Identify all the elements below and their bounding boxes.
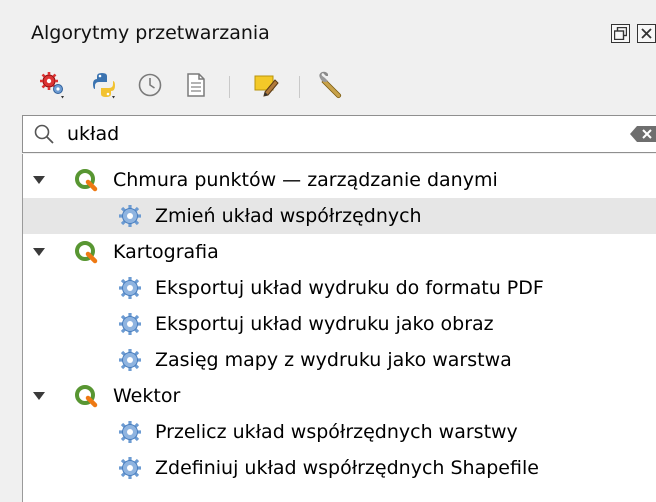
- python-glyph: [93, 73, 115, 99]
- gear-icon: [119, 205, 141, 227]
- expand-arrow-icon[interactable]: [33, 392, 45, 400]
- gear-icon: [119, 457, 141, 479]
- tree-item-eksportuj-obraz[interactable]: Eksportuj układ wydruku jako obraz: [23, 306, 656, 342]
- tree-item-label: Zdefiniuj układ współrzędnych Shapefile: [155, 457, 539, 479]
- tree-item-zasieg-mapy[interactable]: Zasięg mapy z wydruku jako warstwa: [23, 342, 656, 378]
- results-icon[interactable]: [179, 68, 213, 102]
- tree-item-zmien-uklad[interactable]: Zmień układ współrzędnych: [23, 198, 656, 234]
- tree-item-label: Eksportuj układ wydruku jako obraz: [155, 313, 494, 335]
- gear-icon: [119, 313, 141, 335]
- qgis-provider-icon: [75, 241, 98, 264]
- tree-group-chmura-punktow[interactable]: Chmura punktów — zarządzanie danymi: [23, 162, 656, 198]
- tree-group-wektor[interactable]: Wektor: [23, 378, 656, 414]
- models-glyph: [40, 72, 64, 99]
- search-input[interactable]: [67, 121, 587, 147]
- float-glyph: [614, 27, 627, 40]
- expand-arrow-icon[interactable]: [33, 248, 45, 256]
- qgis-provider-icon: [75, 169, 98, 192]
- tree-group-label: Chmura punktów — zarządzanie danymi: [113, 169, 498, 191]
- models-icon[interactable]: [36, 68, 70, 102]
- gear-icon: [119, 421, 141, 443]
- tree-item-zdefiniuj-uklad[interactable]: Zdefiniuj układ współrzędnych Shapefile: [23, 450, 656, 486]
- expand-arrow-icon[interactable]: [33, 176, 45, 184]
- edit-features-in-place-icon[interactable]: [249, 68, 283, 102]
- tree-group-kartografia[interactable]: Kartografia: [23, 234, 656, 270]
- algorithm-tree: Chmura punktów — zarządzanie danymi Zmie…: [22, 154, 656, 502]
- history-icon[interactable]: [133, 68, 167, 102]
- close-icon[interactable]: [637, 24, 656, 43]
- panel-title: Algorytmy przetwarzania: [31, 22, 270, 44]
- clear-icon[interactable]: [629, 125, 656, 143]
- search-icon: [34, 124, 54, 144]
- float-icon[interactable]: [611, 24, 630, 43]
- results-glyph: [187, 73, 205, 97]
- tree-item-label: Eksportuj układ wydruku do formatu PDF: [155, 277, 544, 299]
- toolbar-separator: [299, 76, 300, 98]
- options-glyph: [319, 71, 342, 99]
- gear-icon: [119, 277, 141, 299]
- tree-item-eksportuj-pdf[interactable]: Eksportuj układ wydruku do formatu PDF: [23, 270, 656, 306]
- tree-group-label: Kartografia: [113, 241, 219, 263]
- search-box[interactable]: [22, 115, 656, 153]
- tree-item-przelicz-uklad[interactable]: Przelicz układ współrzędnych warstwy: [23, 414, 656, 450]
- panel-titlebar: Algorytmy przetwarzania: [0, 0, 656, 58]
- python-scripts-icon[interactable]: [87, 68, 121, 102]
- history-glyph: [138, 73, 162, 97]
- tree-item-label: Zasięg mapy z wydruku jako warstwa: [155, 349, 512, 371]
- tree-group-label: Wektor: [113, 385, 181, 407]
- toolbar-separator: [229, 76, 230, 98]
- tree-item-label: Przelicz układ współrzędnych warstwy: [155, 421, 518, 443]
- close-glyph: [641, 28, 652, 39]
- options-icon[interactable]: [314, 68, 348, 102]
- edit-in-place-glyph: [254, 75, 279, 97]
- tree-item-label: Zmień układ współrzędnych: [155, 205, 422, 227]
- qgis-provider-icon: [75, 385, 98, 408]
- toolbar: [0, 58, 656, 114]
- gear-icon: [119, 349, 141, 371]
